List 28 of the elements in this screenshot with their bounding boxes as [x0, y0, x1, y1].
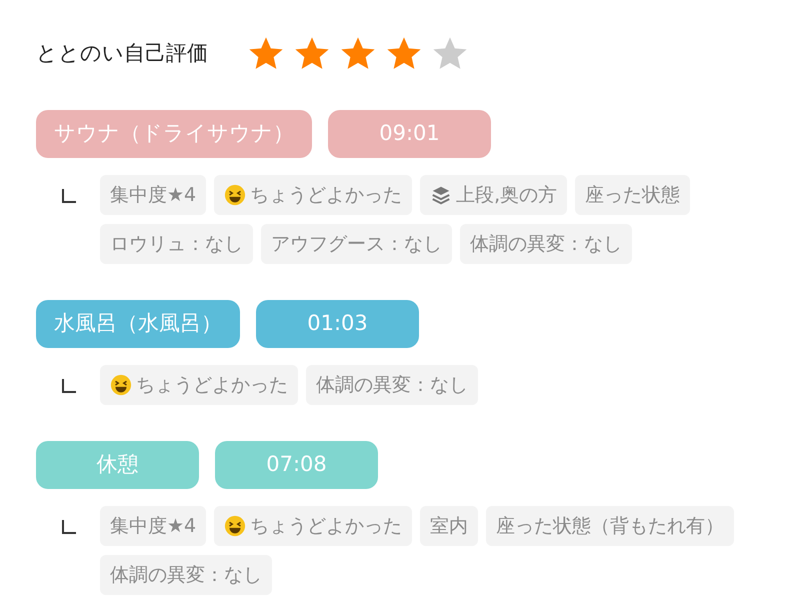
tag: アウフグース：なし — [261, 224, 452, 264]
tag: ちょうどよかった — [214, 175, 412, 215]
duration-pill: 07:08 — [215, 441, 378, 489]
layers-icon — [430, 184, 452, 206]
step-name-pill: サウナ（ドライサウナ） — [36, 110, 312, 158]
tag: 座った状態 — [575, 175, 690, 215]
tag: ちょうどよかった — [214, 506, 412, 546]
branch-icon — [62, 189, 76, 203]
tag: 集中度★4 — [100, 175, 206, 215]
tag: 上段,奥の方 — [420, 175, 568, 215]
tag: 室内 — [420, 506, 478, 546]
branch-icon — [62, 379, 76, 393]
tag: 座った状態（背もたれ有） — [486, 506, 734, 546]
laughing-emoji-icon — [224, 515, 246, 537]
tag: ちょうどよかった — [100, 365, 298, 405]
laughing-emoji-icon — [110, 374, 132, 396]
duration-pill: 01:03 — [256, 300, 419, 348]
laughing-emoji-icon — [224, 184, 246, 206]
step-name-pill: 休憩 — [36, 441, 199, 489]
branch-icon — [62, 520, 76, 534]
rating-label: ととのい自己評価 — [36, 40, 208, 68]
tag: 集中度★4 — [100, 506, 206, 546]
duration-pill: 09:01 — [328, 110, 491, 158]
tag: 体調の異変：なし — [460, 224, 632, 264]
tag: ロウリュ：なし — [100, 224, 253, 264]
tag: 体調の異変：なし — [306, 365, 478, 405]
tag: 体調の異変：なし — [100, 555, 272, 595]
step-name-pill: 水風呂（水風呂） — [36, 300, 240, 348]
